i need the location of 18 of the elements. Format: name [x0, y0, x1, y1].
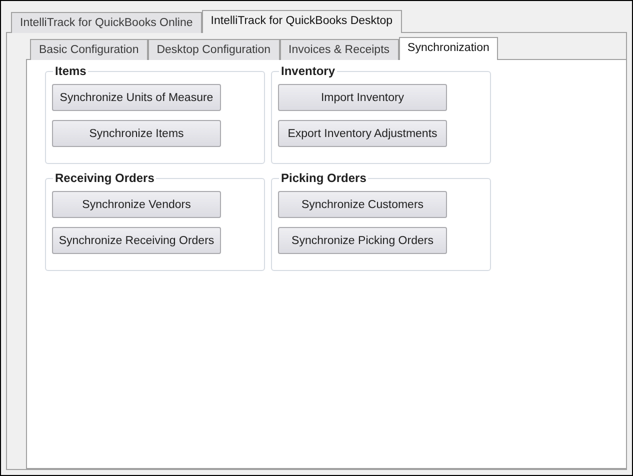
action-button[interactable]: Export Inventory Adjustments: [278, 120, 447, 147]
action-button[interactable]: Synchronize Picking Orders: [278, 227, 447, 254]
action-button[interactable]: Synchronize Items: [52, 120, 221, 147]
group-title: Inventory: [279, 64, 338, 78]
tab[interactable]: Basic Configuration: [30, 39, 148, 60]
tab[interactable]: IntelliTrack for QuickBooks Desktop: [202, 10, 402, 33]
group-title: Items: [53, 64, 88, 78]
tab[interactable]: Invoices & Receipts: [280, 39, 399, 60]
action-button[interactable]: Synchronize Receiving Orders: [52, 227, 221, 254]
action-button[interactable]: Import Inventory: [278, 84, 447, 111]
action-button[interactable]: Synchronize Vendors: [52, 191, 221, 218]
group-title: Receiving Orders: [53, 171, 156, 185]
tab[interactable]: Synchronization: [398, 37, 498, 60]
action-button[interactable]: Synchronize Customers: [278, 191, 447, 218]
group-title: Picking Orders: [279, 171, 368, 185]
tab[interactable]: Desktop Configuration: [148, 39, 280, 60]
tab[interactable]: IntelliTrack for QuickBooks Online: [11, 12, 202, 33]
action-button[interactable]: Synchronize Units of Measure: [52, 84, 221, 111]
